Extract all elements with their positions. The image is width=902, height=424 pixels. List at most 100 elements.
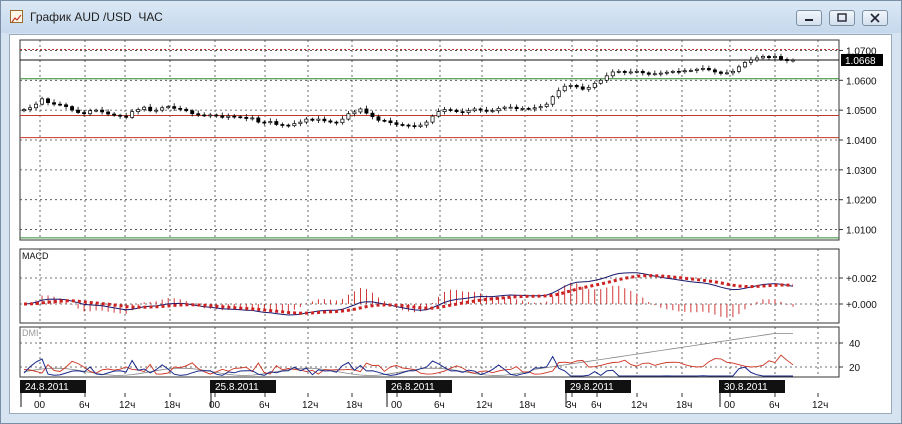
candle-body	[580, 86, 585, 90]
hour-label: 00	[34, 400, 46, 411]
candle-body	[400, 124, 405, 126]
candle-body	[406, 124, 411, 127]
candle-body	[454, 109, 459, 112]
candle-body	[791, 59, 795, 62]
price-level-label: 1.0500	[846, 106, 877, 117]
candle-body	[226, 115, 231, 118]
candle-body	[508, 106, 513, 109]
maximize-button[interactable]	[829, 10, 855, 26]
candle-body	[76, 109, 81, 113]
candle-body	[52, 102, 56, 105]
title-bar[interactable]: График AUD /USD ЧАС	[1, 1, 901, 33]
candle-body	[316, 118, 321, 121]
candle-body	[676, 70, 681, 73]
candle-body	[292, 123, 297, 127]
candle-body	[262, 121, 267, 124]
candle-body	[298, 121, 303, 124]
candle-body	[358, 108, 363, 113]
candle-body	[22, 109, 26, 112]
candle-body	[82, 112, 87, 115]
candle-body	[550, 96, 555, 105]
candle-body	[238, 116, 243, 119]
candle-body	[328, 120, 333, 123]
current-price-label: 1.0668	[845, 56, 876, 67]
candle-body	[418, 124, 423, 127]
hour-label: 6ч	[591, 400, 602, 411]
candle-body	[652, 73, 657, 76]
candle-body	[214, 114, 219, 117]
candle-body	[106, 111, 111, 115]
candle-body	[773, 56, 777, 58]
candle-body	[742, 62, 747, 68]
candle-body	[634, 70, 639, 73]
price-level-label: 1.0100	[846, 226, 877, 237]
candle-body	[280, 124, 285, 126]
macd-level-label: +0.002	[846, 274, 877, 285]
candle-body	[346, 113, 351, 120]
candle-body	[484, 109, 489, 112]
candle-body	[376, 116, 381, 121]
chart-svg[interactable]: 1.07001.06001.05001.04001.03001.02001.01…	[10, 35, 891, 413]
candle-body	[496, 108, 501, 112]
candle-body	[640, 70, 645, 74]
hour-label: 12ч	[476, 400, 492, 411]
candle-body	[274, 121, 279, 125]
candle-body	[700, 68, 705, 70]
candle-body	[178, 108, 183, 110]
candle-body	[232, 115, 237, 118]
candle-body	[196, 113, 201, 116]
minimize-button[interactable]	[796, 10, 822, 26]
price-level-label: 1.0300	[846, 166, 877, 177]
candle-body	[544, 103, 549, 107]
candle-body	[604, 75, 609, 81]
hour-label: 12ч	[302, 400, 318, 411]
candle-body	[118, 114, 123, 117]
candle-body	[100, 109, 105, 113]
candle-body	[160, 107, 165, 111]
candle-body	[658, 72, 663, 75]
hour-label: 3ч	[566, 400, 577, 411]
candle-body	[688, 70, 693, 72]
candle-body	[718, 71, 723, 74]
candle-body	[370, 112, 375, 118]
hour-label: 18ч	[346, 400, 362, 411]
candle-body	[184, 108, 189, 112]
candle-body	[724, 72, 729, 75]
chart-area[interactable]: 1.0700 1.0600 1.0500 1.0400 1.0300 1.0200 1.01…	[9, 34, 892, 414]
candle-body	[202, 114, 207, 117]
candle-body	[712, 69, 717, 73]
hour-label: 6ч	[434, 400, 445, 411]
close-button[interactable]	[862, 10, 888, 26]
candle-body	[616, 70, 621, 73]
candle-body	[460, 111, 465, 113]
hour-label: 18ч	[164, 400, 180, 411]
candle-body	[310, 118, 315, 121]
candle-body	[334, 121, 339, 124]
hour-label: 6ч	[769, 400, 780, 411]
candle-body	[40, 98, 44, 105]
candle-body	[646, 72, 651, 75]
candle-body	[304, 118, 309, 123]
candle-body	[526, 108, 531, 110]
minimize-icon	[805, 19, 813, 21]
candle-body	[322, 118, 327, 122]
candle-body	[520, 108, 525, 110]
candle-body	[220, 115, 225, 118]
candle-body	[148, 106, 153, 112]
candle-body	[112, 113, 117, 116]
candle-body	[28, 107, 32, 110]
candle-body	[785, 59, 789, 61]
candle-body	[430, 115, 435, 123]
price-level-label: 1.0600	[846, 76, 877, 87]
dmi-level-label: 40	[849, 339, 861, 350]
candle-body	[502, 106, 507, 109]
candle-body	[70, 106, 75, 111]
hour-label: 12ч	[631, 400, 647, 411]
date-label: 25.8.2011	[215, 382, 259, 393]
date-label: 24.8.2011	[25, 382, 69, 393]
candle-body	[166, 106, 171, 109]
candle-body	[628, 71, 633, 74]
candle-body	[424, 121, 429, 126]
candle-body	[190, 110, 195, 115]
candle-body	[388, 120, 393, 124]
